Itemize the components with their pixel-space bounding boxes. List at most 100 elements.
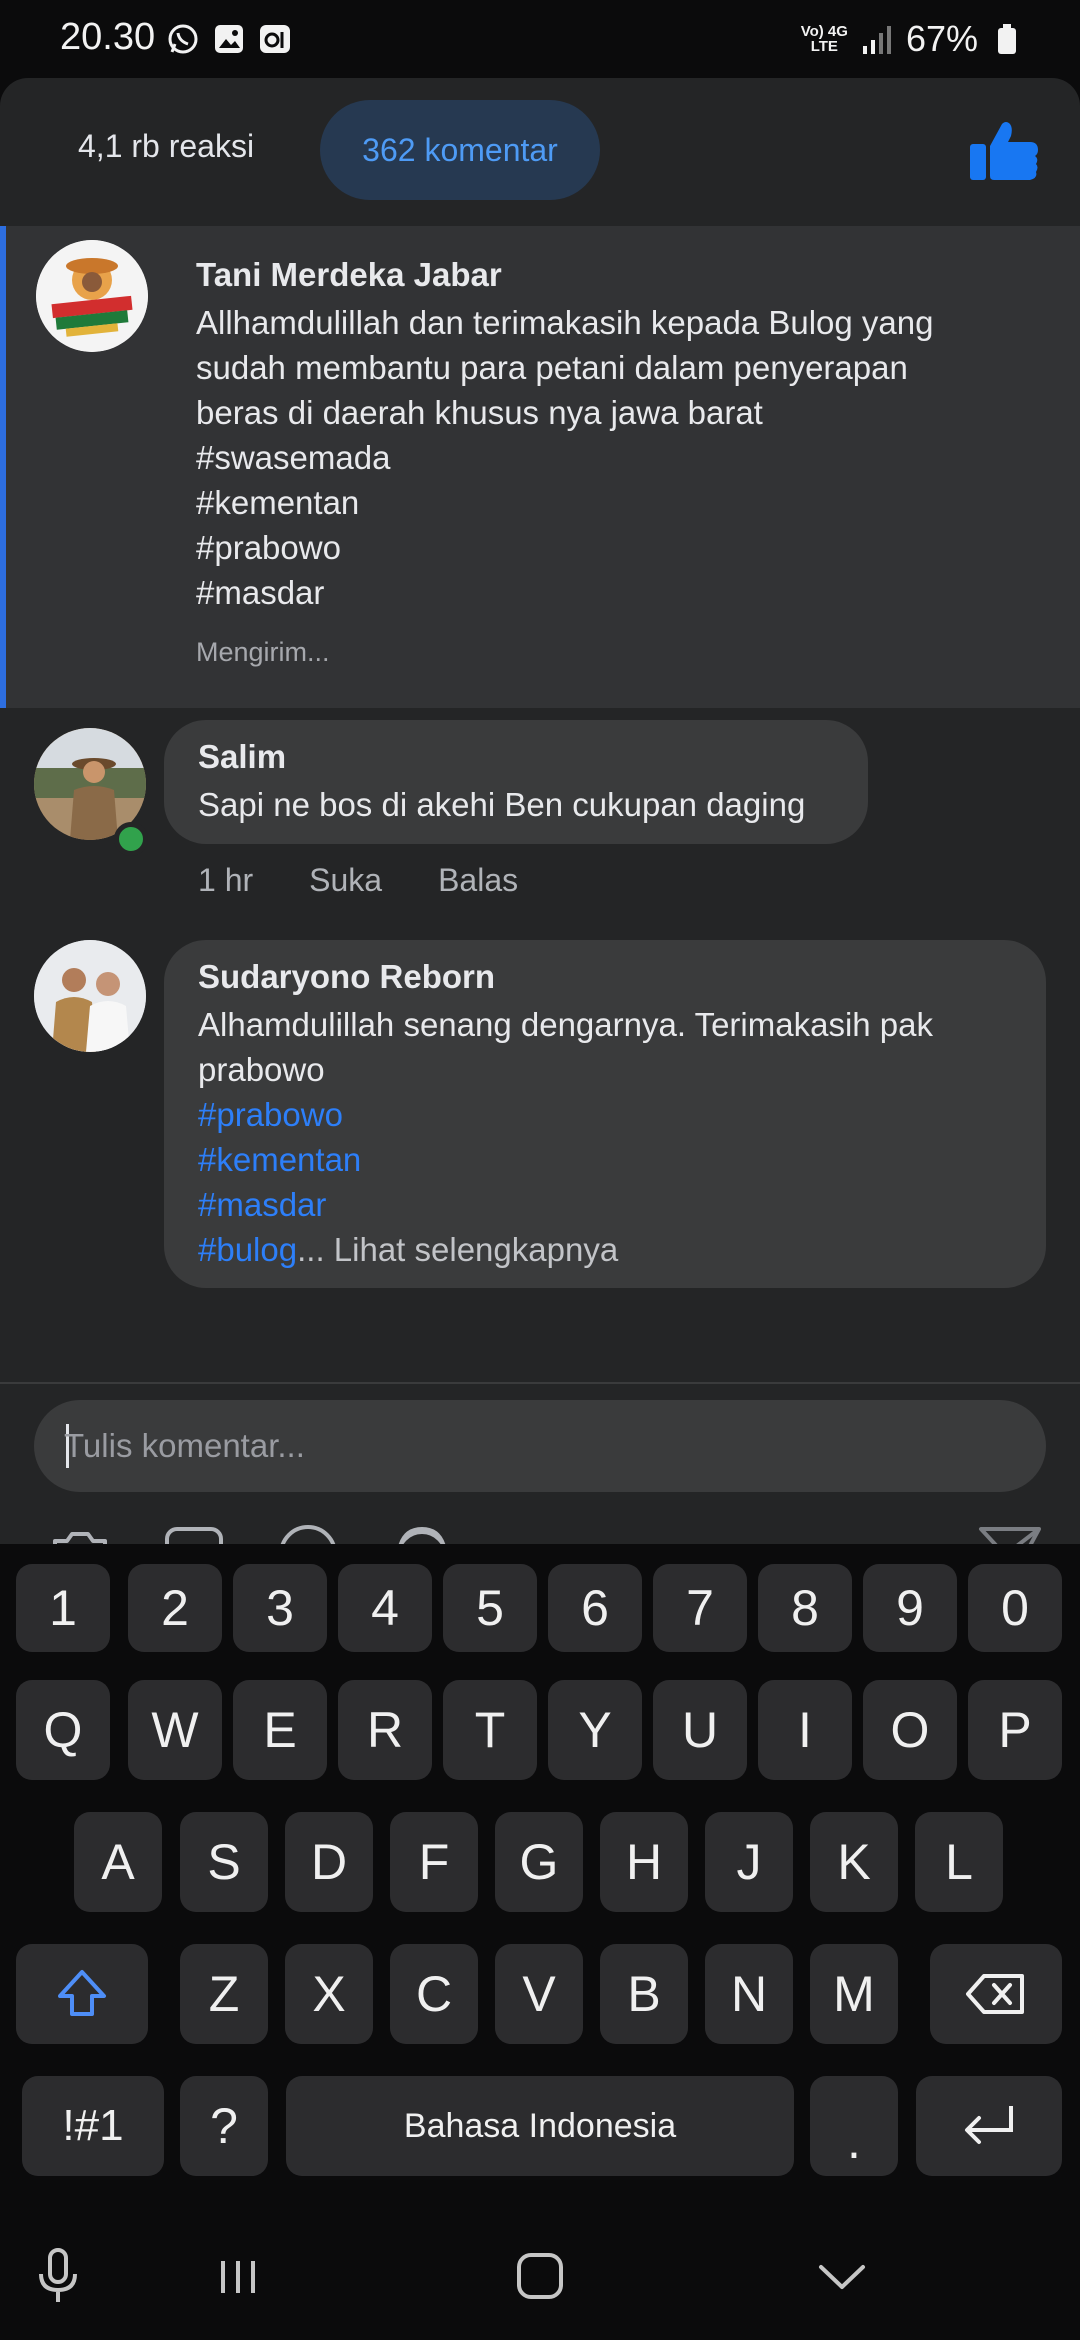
key-s[interactable]: S	[180, 1812, 268, 1912]
gif-icon: GIF	[165, 1527, 223, 1544]
key-d[interactable]: D	[285, 1812, 373, 1912]
period-key[interactable]: .	[810, 2076, 898, 2176]
key-5[interactable]: 5	[443, 1564, 537, 1652]
key-t[interactable]: T	[443, 1680, 537, 1780]
whatsapp-icon	[166, 22, 200, 56]
key-w[interactable]: W	[128, 1680, 222, 1780]
comment-bubble[interactable]: Salim Sapi ne bos di akehi Ben cukupan d…	[164, 720, 868, 844]
key-j[interactable]: J	[705, 1812, 793, 1912]
comment-hashtag: #kementan	[196, 484, 360, 521]
hashtag-link[interactable]: #masdar	[198, 1182, 1012, 1227]
hashtag-link[interactable]: #bulog	[198, 1231, 297, 1268]
comment-item: Salim Sapi ne bos di akehi Ben cukupan d…	[0, 720, 1080, 900]
key-f[interactable]: F	[390, 1812, 478, 1912]
chevron-down-icon	[819, 2265, 865, 2289]
key-g[interactable]: G	[495, 1812, 583, 1912]
keyboard: 1 2 3 4 5 6 7 8 9 0 Q W E R T Y U I O P …	[0, 1544, 1080, 2210]
voice-input-button[interactable]	[28, 2246, 88, 2306]
avatar-sticker-button[interactable]	[386, 1518, 458, 1544]
key-2[interactable]: 2	[128, 1564, 222, 1652]
key-b[interactable]: B	[600, 1944, 688, 2044]
key-4[interactable]: 4	[338, 1564, 432, 1652]
composer-toolbar: GIF	[0, 1518, 1080, 1544]
key-6[interactable]: 6	[548, 1564, 642, 1652]
avatar-sticker-icon	[398, 1526, 446, 1544]
key-9[interactable]: 9	[863, 1564, 957, 1652]
system-icons: Vo) 4G LTE 67%	[801, 18, 1024, 60]
camera-icon	[53, 1532, 107, 1544]
key-1[interactable]: 1	[16, 1564, 110, 1652]
avatar[interactable]	[34, 940, 146, 1052]
comment-hashtag: #prabowo	[196, 529, 341, 566]
question-key[interactable]: ?	[180, 2076, 268, 2176]
key-l[interactable]: L	[915, 1812, 1003, 1912]
key-m[interactable]: M	[810, 1944, 898, 2044]
clock: 20.30	[60, 16, 156, 58]
camera-button[interactable]	[44, 1518, 116, 1544]
see-more-link[interactable]: ... Lihat selengkapnya	[297, 1231, 618, 1268]
space-key[interactable]: Bahasa Indonesia	[286, 2076, 794, 2176]
key-3[interactable]: 3	[233, 1564, 327, 1652]
comment-input[interactable]	[64, 1400, 1004, 1492]
network-sub: LTE	[810, 38, 838, 55]
comment-author[interactable]: Sudaryono Reborn	[198, 958, 1012, 996]
comment-actions: 1 hr Suka Balas	[198, 862, 518, 899]
tab-comments-label: 362 komentar	[362, 131, 558, 168]
comment-line: beras di daerah khusus nya jawa barat	[196, 394, 763, 431]
status-bar: 20.30 Vo) 4G LTE 67%	[0, 0, 1080, 78]
gif-button[interactable]: GIF	[158, 1518, 230, 1544]
symbols-key[interactable]: !#1	[22, 2076, 164, 2176]
recent-apps-button[interactable]	[208, 2246, 268, 2306]
comment-line: Alhamdulillah senang dengarnya. Terimaka…	[198, 1006, 934, 1043]
tab-comments[interactable]: 362 komentar	[320, 100, 600, 200]
key-n[interactable]: N	[705, 1944, 793, 2044]
key-u[interactable]: U	[653, 1680, 747, 1780]
microphone-icon	[39, 2248, 77, 2302]
key-x[interactable]: X	[285, 1944, 373, 2044]
network-type: Vo) 4G	[800, 23, 848, 40]
send-button[interactable]	[974, 1518, 1046, 1544]
shift-key[interactable]	[16, 1944, 148, 2044]
comment-composer[interactable]	[34, 1400, 1046, 1492]
key-i[interactable]: I	[758, 1680, 852, 1780]
key-7[interactable]: 7	[653, 1564, 747, 1652]
key-r[interactable]: R	[338, 1680, 432, 1780]
key-0[interactable]: 0	[968, 1564, 1062, 1652]
home-icon	[517, 2253, 563, 2299]
key-o[interactable]: O	[863, 1680, 957, 1780]
comment-time: 1 hr	[198, 862, 254, 898]
emoji-button[interactable]	[272, 1518, 344, 1544]
navigation-bar	[0, 2210, 1080, 2340]
reply-button[interactable]: Balas	[438, 862, 518, 899]
key-a[interactable]: A	[74, 1812, 162, 1912]
like-button[interactable]	[966, 114, 1042, 190]
enter-key[interactable]	[916, 2076, 1062, 2176]
recent-apps-icon	[221, 2261, 255, 2293]
comment-line: Allhamdulillah dan terimakasih kepada Bu…	[196, 304, 934, 341]
comment-author[interactable]: Tani Merdeka Jabar	[196, 256, 1056, 294]
hashtag-link[interactable]: #kementan	[198, 1137, 1012, 1182]
key-e[interactable]: E	[233, 1680, 327, 1780]
key-z[interactable]: Z	[180, 1944, 268, 2044]
comment-bubble[interactable]: Sudaryono Reborn Alhamdulillah senang de…	[164, 940, 1046, 1288]
hashtag-link[interactable]: #prabowo	[198, 1092, 1012, 1137]
key-y[interactable]: Y	[548, 1680, 642, 1780]
key-p[interactable]: P	[968, 1680, 1062, 1780]
comment-author[interactable]: Salim	[198, 738, 834, 776]
avatar[interactable]	[36, 240, 148, 352]
key-k[interactable]: K	[810, 1812, 898, 1912]
tani-merdeka-logo-icon	[36, 240, 148, 352]
backspace-key[interactable]	[930, 1944, 1062, 2044]
thumbs-up-icon	[970, 122, 1038, 180]
key-q[interactable]: Q	[16, 1680, 110, 1780]
reactions-count[interactable]: 4,1 rb reaksi	[78, 128, 254, 165]
key-c[interactable]: C	[390, 1944, 478, 2044]
hide-keyboard-button[interactable]	[812, 2246, 872, 2306]
key-h[interactable]: H	[600, 1812, 688, 1912]
key-v[interactable]: V	[495, 1944, 583, 2044]
comment-line: prabowo	[198, 1051, 325, 1088]
key-8[interactable]: 8	[758, 1564, 852, 1652]
home-button[interactable]	[510, 2246, 570, 2306]
send-icon	[979, 1527, 1041, 1544]
like-comment-button[interactable]: Suka	[309, 862, 382, 899]
